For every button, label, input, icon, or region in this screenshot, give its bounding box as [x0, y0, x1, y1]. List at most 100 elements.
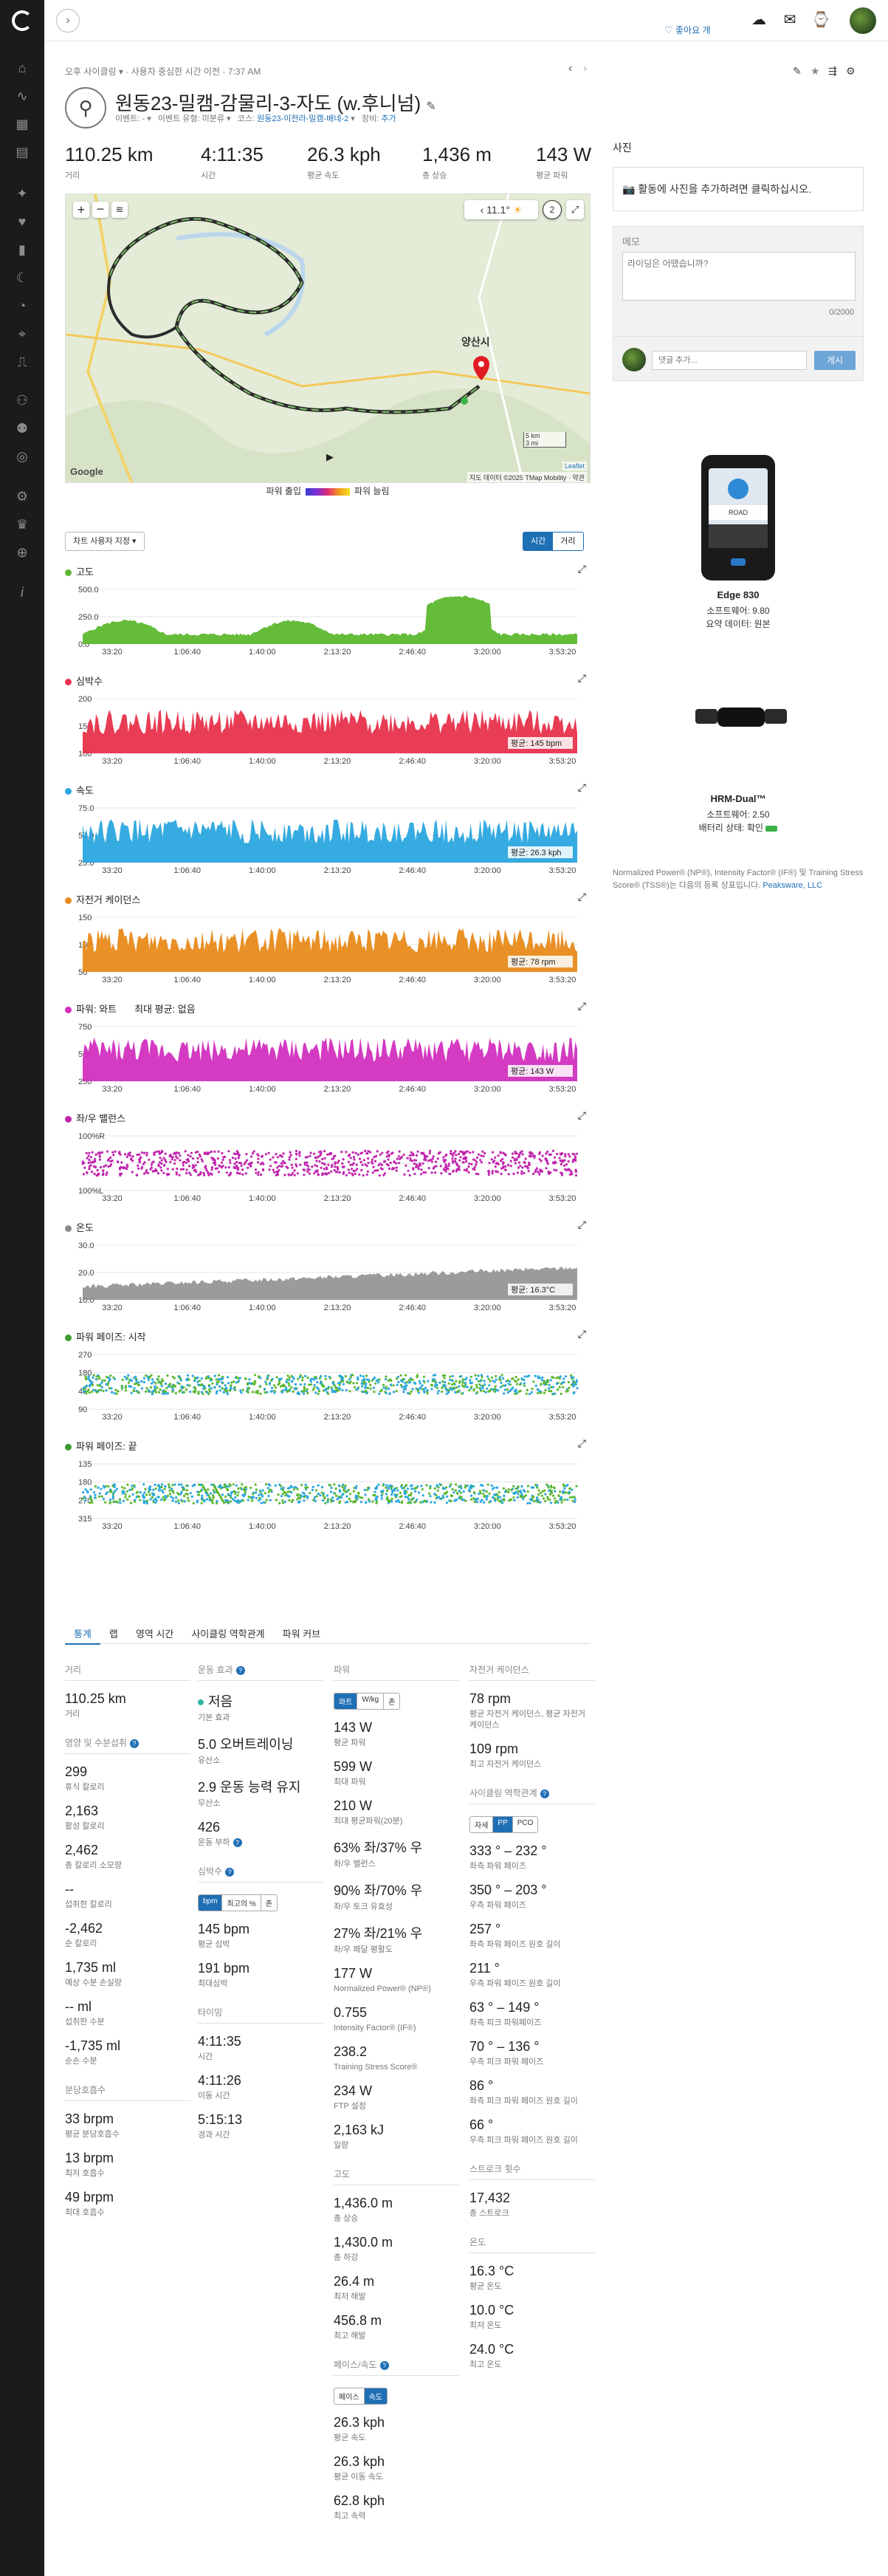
dyn-toggle-position[interactable]: 자세 — [470, 1817, 494, 1832]
chart-title[interactable]: 자전거 케이던스 — [65, 892, 140, 906]
connections-icon[interactable]: ⚇ — [13, 391, 31, 409]
heart-icon[interactable]: ♥ — [13, 213, 31, 230]
help-icon[interactable]: ? — [129, 1739, 139, 1748]
dyn-toggle-pco[interactable]: PCO — [513, 1817, 538, 1832]
chart-plot[interactable]: 75050025033:201:06:401:40:002:13:202:46:… — [65, 1016, 582, 1097]
sleep-icon[interactable]: ☾ — [13, 269, 31, 287]
expand-chart-icon[interactable]: ⤢ — [578, 1219, 586, 1231]
tab-zone-time[interactable]: 영역 시간 — [127, 1623, 182, 1643]
gear-add-link[interactable]: 추가 — [381, 114, 396, 123]
help-icon[interactable]: ? — [235, 1665, 245, 1675]
chart-title[interactable]: 심박수 — [65, 674, 103, 688]
tab-stats[interactable]: 통계 — [65, 1623, 100, 1645]
tab-power-curve[interactable]: 파워 커브 — [274, 1623, 329, 1643]
event-selector[interactable]: 이벤트: - — [115, 114, 145, 123]
chart-plot[interactable]: 30.020.010.033:20 1:06:40 1:40:00 2:13:20 2:… — [65, 1235, 582, 1316]
expand-chart-icon[interactable]: ⤢ — [578, 781, 586, 794]
chart-title[interactable]: 속도 — [65, 783, 94, 797]
memo-textarea[interactable] — [622, 252, 856, 301]
chart-title[interactable]: 파워 페이즈: 시작 — [65, 1329, 146, 1343]
course-link[interactable]: 원동23-이전라-밀캠-배네-2 — [257, 114, 348, 123]
chart-plot[interactable]: 1501005033:201:06:401:40:002:13:202:46:4… — [65, 907, 582, 988]
tab-cycling-dynamics[interactable]: 사이클링 역학관계 — [182, 1623, 273, 1643]
max-avg-selector[interactable]: 최대 평균: 없음 — [134, 1004, 196, 1015]
toggle-time-button[interactable]: 시간 — [523, 532, 554, 550]
expand-chart-icon[interactable]: ⤢ — [578, 1000, 586, 1013]
watch-icon[interactable]: ⌚ — [810, 9, 832, 31]
power-toggle-watts[interactable]: 와트 — [334, 1693, 358, 1709]
play-icon[interactable]: ▶ — [323, 451, 337, 466]
courses-icon[interactable]: ⎍ — [13, 353, 31, 371]
chart-plot[interactable]: 13518027031533:201:06:401:40:002:13:202:… — [65, 1453, 582, 1535]
speed-toggle-speed[interactable]: 속도 — [364, 2388, 388, 2404]
inbox-icon[interactable]: ✉ — [779, 9, 801, 31]
layers-icon[interactable]: ≋ — [111, 202, 128, 218]
chart-title[interactable]: 좌/우 밸런스 — [65, 1111, 125, 1125]
expand-chart-icon[interactable]: ⤢ — [578, 1437, 586, 1450]
fullscreen-icon[interactable]: ⤢ — [566, 200, 584, 219]
zoom-out-button[interactable]: − — [92, 202, 109, 218]
like-button[interactable]: ♡ 좋아요 개 — [664, 24, 711, 36]
calendar-icon[interactable]: ▦ — [13, 115, 31, 133]
chart-plot[interactable]: 20015010033:20 1:06:40 1:40:00 2:13:20 2:46:… — [65, 688, 582, 770]
expand-chart-icon[interactable]: ⤢ — [578, 1328, 586, 1340]
reports-icon[interactable]: ▤ — [13, 143, 31, 161]
post-comment-button[interactable]: 게시 — [814, 351, 856, 370]
share-icon[interactable]: ⇶ — [828, 65, 837, 78]
hr-toggle-percent[interactable]: 최고의 % — [222, 1895, 261, 1911]
toggle-distance-button[interactable]: 거리 — [553, 532, 582, 550]
event-type-selector[interactable]: 이벤트 유형: 미분류 — [158, 114, 224, 123]
zoom-in-button[interactable]: + — [73, 202, 89, 218]
challenges-icon[interactable]: ◎ — [13, 448, 31, 465]
settings-gear-icon[interactable]: ⚙ — [846, 65, 856, 78]
garmin-logo-icon[interactable] — [12, 10, 32, 31]
tab-laps[interactable]: 랩 — [100, 1623, 127, 1643]
info-icon[interactable]: i — [13, 583, 31, 601]
upload-icon[interactable]: ☁ — [748, 9, 770, 31]
location-icon[interactable]: ⌖ — [13, 325, 31, 343]
help-icon[interactable]: ⊕ — [13, 544, 31, 561]
help-icon[interactable]: ? — [379, 2360, 389, 2370]
help-icon[interactable]: ? — [540, 1789, 549, 1798]
running-icon[interactable]: ✦ — [13, 185, 31, 202]
chart-plot[interactable]: 270180459033:20 1:06:40 1:40:00 2:13:20 2:46… — [65, 1344, 582, 1425]
next-activity-icon[interactable]: › — [583, 62, 587, 75]
stats-icon[interactable]: ▮ — [13, 241, 31, 258]
star-icon[interactable]: ★ — [810, 65, 820, 78]
chart-title[interactable]: 온도 — [65, 1220, 94, 1234]
add-photo-button[interactable]: 📷 활동에 사진을 추가하려면 클릭하십시오. — [613, 167, 864, 211]
chart-title[interactable]: 고도 — [65, 564, 94, 578]
speed-toggle-pace[interactable]: 페이스 — [334, 2388, 365, 2404]
expand-chart-icon[interactable]: ⤢ — [578, 1109, 586, 1122]
dyn-toggle-pp[interactable]: PP — [493, 1817, 513, 1832]
expand-chart-icon[interactable]: ⤢ — [578, 563, 586, 575]
comment-input[interactable] — [652, 351, 807, 370]
power-toggle-wkg[interactable]: W/kg — [357, 1693, 385, 1709]
edit-title-icon[interactable]: ✎ — [426, 100, 436, 113]
chart-plot[interactable]: 500.0250.00.033:20 1:06:40 1:40:00 2:13:20 2… — [65, 579, 582, 660]
breadcrumb-activity-type[interactable]: 오후 사이클링 — [65, 66, 117, 77]
help-icon[interactable]: ? — [233, 1838, 242, 1848]
power-toggle-zone[interactable]: 존 — [384, 1693, 399, 1709]
chart-customize-select[interactable]: 차트 사용자 지정 ▾ — [65, 532, 145, 551]
route-map[interactable]: + − ≋ ‹ 11.1° ☀ 2 ⤢ 양산시 ▶ 5 km 3 mi Googl… — [65, 193, 591, 483]
prev-activity-icon[interactable]: ‹ — [568, 62, 572, 75]
edit-icon[interactable]: ✎ — [793, 65, 802, 78]
expand-chart-icon[interactable]: ⤢ — [578, 891, 586, 903]
chart-title[interactable]: 파워 페이즈: 끝 — [65, 1439, 137, 1453]
home-icon[interactable]: ⌂ — [13, 59, 31, 77]
leaflet-link[interactable]: Leaflet — [562, 462, 587, 470]
chart-plot[interactable]: 100%R100%L33:20 1:06:40 1:40:00 2:13:20 2:46… — [65, 1126, 582, 1207]
trophy-icon[interactable]: ♛ — [13, 515, 31, 533]
expand-chart-icon[interactable]: ⤢ — [578, 672, 586, 685]
weather-prev-icon[interactable]: ‹ — [481, 204, 484, 216]
avatar[interactable] — [850, 7, 876, 34]
chart-plot[interactable]: 75.050.025.033:201:06:401:40:002:13:202:… — [65, 798, 582, 879]
peaksware-link[interactable]: Peaksware, LLC — [763, 881, 822, 890]
expand-nav-button[interactable]: › — [56, 9, 80, 32]
groups-icon[interactable]: ⚉ — [13, 419, 31, 437]
stress-icon[interactable]: ◔ — [13, 297, 31, 315]
settings-icon[interactable]: ⚙ — [13, 487, 31, 505]
chart-title[interactable]: 파워: 와트 최대 평균: 없음 — [65, 1001, 196, 1015]
help-icon[interactable]: ? — [225, 1867, 235, 1877]
